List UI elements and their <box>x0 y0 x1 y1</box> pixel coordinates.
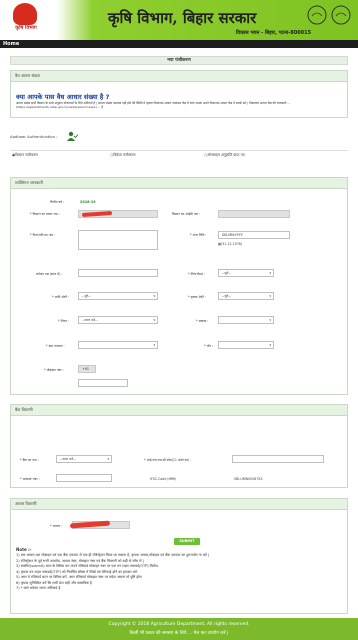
emblem-icon <box>307 5 351 25</box>
father-label: * पिता/पति का नाम : <box>30 233 56 237</box>
personal-info-panel: व्यक्तिगत जानकारी <box>10 177 348 395</box>
user-check-icon <box>67 131 78 141</box>
divider <box>10 150 348 151</box>
farmer-category-label: * कृषक श्रेणी : <box>188 295 206 299</box>
radio-label: किसान पंजीकरण <box>15 153 38 157</box>
note-list: 1) एक आधार,एक मोबाइल एवं एक बैंक एकाउंट … <box>16 553 346 592</box>
tree-icon <box>13 3 37 25</box>
farmer-category-selected: --चुने-- <box>222 294 231 298</box>
dob-label: * जन्म तिथि : <box>190 233 207 237</box>
account-label: * अकाउंट नंबर : <box>20 477 40 481</box>
age-field[interactable] <box>78 269 158 277</box>
dob-placeholder: DD-MM-YYYY <box>222 233 243 237</box>
mobile-input[interactable] <box>78 379 128 387</box>
aadhaar-info-text: आधार संख्या सभी किसान के सभी अनुदान योजन… <box>16 101 291 110</box>
dob-input[interactable]: DD-MM-YYYY <box>218 231 290 239</box>
chevron-down-icon: ▾ <box>269 294 271 298</box>
panel-heading: वैध आधार संख्या <box>11 71 347 82</box>
chevron-down-icon: ▾ <box>107 457 109 461</box>
bank-name-label: * बैंक का नाम : <box>20 458 39 462</box>
note-title: Note :- <box>16 547 32 552</box>
ifsc-label: * आई.एफ.एस.सी कोड(11 अंको का) : <box>144 458 192 462</box>
panchayat-select[interactable]: ▾ <box>78 341 158 349</box>
site-title: कृषि विभाग, बिहार सरकार <box>108 9 257 27</box>
submit-button[interactable]: SUBMIT <box>174 538 200 545</box>
note-item: 7) * वाले कॉलम भरना अनिवार्य है <box>16 586 61 590</box>
chevron-down-icon: ▾ <box>269 318 271 322</box>
mobile-prefix: +91 <box>78 365 96 373</box>
farmer-id-label: किसान का आईडी नाम : <box>172 212 201 216</box>
radio-label: विक्रेता पंजीकरण <box>113 153 136 157</box>
aadhaar-label: * आधार : <box>50 524 63 528</box>
radio-vendor-registration[interactable]: ○विक्रेता पंजीकरण <box>110 153 135 158</box>
gender-select[interactable]: --चुने-- ▾ <box>218 269 274 277</box>
page-title: नया पंजीकरण <box>10 56 348 65</box>
chevron-down-icon: ▾ <box>269 343 271 347</box>
district-selected: --चयन करें-- <box>82 318 98 322</box>
chevron-down-icon: ▾ <box>269 271 271 275</box>
gender-label: * लिंग(जेंडर) : <box>188 272 206 276</box>
dob-hint: ▦(31-12-1978) <box>218 242 242 246</box>
village-label: * गाँव : <box>204 344 214 348</box>
nav-bar <box>0 40 358 48</box>
radio-online-license[interactable]: ○ऑनलाइन अनुज्ञप्ति प्राप्त पत्र <box>204 153 245 158</box>
ifsc-code-label: IFSC-Code (पंक्ति) <box>150 477 176 481</box>
panchayat-label: * ग्राम पंचायत : <box>46 344 65 348</box>
radio-label: ऑनलाइन अनुज्ञप्ति प्राप्त पत्र <box>207 153 245 157</box>
bank-name-select[interactable]: --चयन करें-- ▾ <box>56 455 112 463</box>
village-select[interactable]: ▾ <box>218 341 274 349</box>
site-subtitle: विकास भवन - बिहार, पटना-800015 <box>236 30 312 36</box>
chevron-down-icon: ▾ <box>153 343 155 347</box>
district-label: * जिला : <box>58 319 69 323</box>
district-select[interactable]: --चयन करें-- ▾ <box>78 316 158 324</box>
panel-heading: बैंक विवरणी <box>11 405 347 416</box>
farmer-id-field[interactable] <box>218 210 290 218</box>
caste-select[interactable]: --चुने-- ▾ <box>78 292 158 300</box>
home-link[interactable]: Home <box>3 41 19 47</box>
logo-text: कृषि विभाग <box>15 25 37 31</box>
mobile-prefix-text: +91 <box>82 367 89 371</box>
chevron-down-icon: ▾ <box>153 318 155 322</box>
caste-label: * जाति श्रेणी : <box>52 295 69 299</box>
year-label: वित्तीय वर्ष : <box>50 200 65 204</box>
chevron-down-icon: ▾ <box>153 294 155 298</box>
gender-selected: --चुने-- <box>222 271 231 275</box>
dob-hint-text: (31-12-1978) <box>221 242 243 246</box>
department-logo: कृषि विभाग <box>3 3 47 37</box>
farmer-type-label: * किसान का प्रकार नाम : <box>30 212 60 216</box>
mobile-label: * मोबाइल नंबर : <box>44 368 64 372</box>
farmer-category-select[interactable]: --चुने-- ▾ <box>218 292 274 300</box>
block-select[interactable]: ▾ <box>218 316 274 324</box>
panel-heading: आधार विवरणी <box>11 499 347 510</box>
year-value: 2018-19 <box>80 200 96 204</box>
block-label: * प्रखण्ड : <box>196 319 209 323</box>
ifsc-code-value: SBI-UBIN00087XS <box>234 477 263 481</box>
account-input[interactable] <box>56 474 112 482</box>
caste-selected: --चुने-- <box>82 294 91 298</box>
panel-heading: व्यक्तिगत जानकारी <box>11 178 347 189</box>
radio-farmer-registration[interactable]: ◉किसान पंजीकरण <box>12 153 38 158</box>
footer-copyright: Copyright © 2018 Agriculture Department,… <box>108 622 250 627</box>
age-label: वर्तमान उम्र (साल में) : <box>36 272 63 276</box>
father-name-field[interactable] <box>78 230 158 250</box>
aadhaar-question: क्या आपके पास वैध आधार संख्या है ? <box>16 93 110 101</box>
aadhaar-auth-label: Aadhaar Authentication : <box>10 134 58 139</box>
bank-selected: --चयन करें-- <box>60 457 76 461</box>
footer-help: किसी भी प्रकार की समस्या के लिये ... मेल… <box>129 631 229 636</box>
ifsc-input[interactable] <box>232 455 324 463</box>
